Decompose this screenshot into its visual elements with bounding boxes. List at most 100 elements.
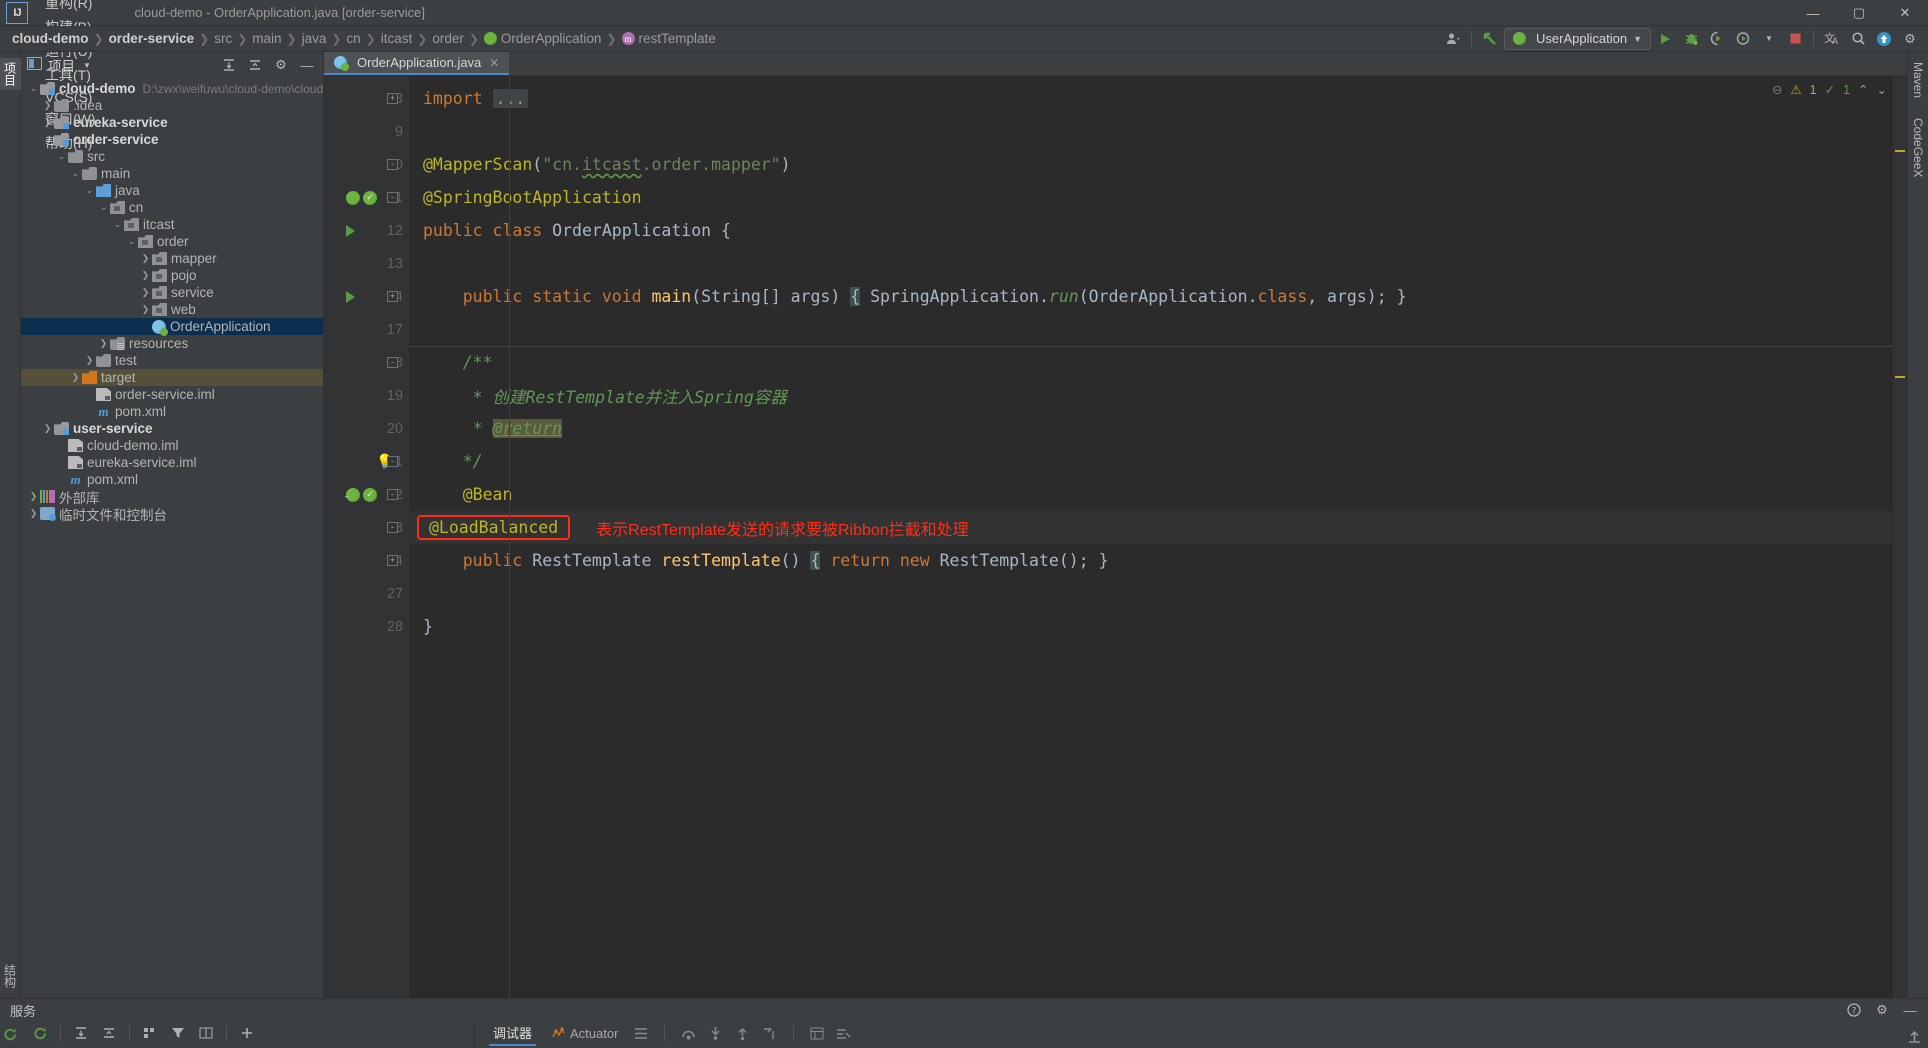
close-icon[interactable]: ✕ (1882, 0, 1928, 26)
collapse-all-icon[interactable] (97, 1022, 121, 1044)
tree-node-order-service.iml[interactable]: order-service.iml (21, 386, 323, 403)
chevron-right-icon[interactable]: ❯ (139, 270, 152, 281)
chevron-down-icon[interactable]: ⌄ (1877, 82, 1887, 97)
tree-node-order[interactable]: ⌄ order (21, 233, 323, 250)
code-line-28[interactable]: } (409, 610, 1893, 643)
project-tree[interactable]: ⌄ cloud-demo D:\zwx\weifuwu\cloud-demo\clo… (21, 78, 323, 998)
inspection-widget[interactable]: ⊖ ⚠ 1 ✓ 1 ⌃ ⌄ (1772, 82, 1887, 98)
tree-node-临时文件和控制台[interactable]: ❯ 临时文件和控制台 (21, 505, 323, 523)
tree-node-cn[interactable]: ⌄ cn (21, 199, 323, 216)
user-silhouette-icon[interactable] (1441, 28, 1465, 50)
tree-node-外部库[interactable]: ❯ 外部库 (21, 488, 323, 506)
settings-gear-icon[interactable]: ⚙ (1898, 28, 1922, 50)
gutter-line-23[interactable]: -23 (324, 511, 409, 544)
code-line-11[interactable]: @SpringBootApplication (409, 181, 1893, 214)
hide-icon[interactable]: — (295, 54, 319, 76)
breadcrumb-item-java[interactable]: java (302, 31, 327, 46)
translate-icon[interactable]: 文A (1820, 28, 1844, 50)
rerun-icon[interactable] (3, 1027, 18, 1045)
tree-node-target[interactable]: ❯ target (21, 369, 323, 386)
fold-toggle-icon[interactable]: + (387, 291, 398, 302)
breadcrumb-item-order-service[interactable]: order-service (109, 31, 195, 46)
breadcrumb-item-cn[interactable]: cn (346, 31, 360, 46)
chevron-right-icon[interactable]: ❯ (139, 287, 152, 298)
code-content[interactable]: import ... @MapperScan("cn. itcast .order.m… (409, 76, 1893, 998)
gutter-line-24[interactable]: +24 (324, 544, 409, 577)
gutter-line-27[interactable]: 27 (324, 577, 409, 610)
chevron-right-icon[interactable]: ❯ (139, 253, 152, 264)
gutter-line-12[interactable]: 12 (324, 214, 409, 247)
step-into-icon[interactable] (708, 1026, 723, 1040)
step-over-icon[interactable] (681, 1027, 696, 1040)
tool-tab-structure[interactable]: 结构 (0, 960, 21, 992)
tree-node-.idea[interactable]: ❯ .idea (21, 97, 323, 114)
chevron-down-icon[interactable]: ⌄ (111, 219, 124, 230)
tree-node-eureka-service[interactable]: ❯ eureka-service (21, 114, 323, 131)
chevron-right-icon[interactable]: ❯ (69, 372, 82, 383)
tree-node-service[interactable]: ❯ service (21, 284, 323, 301)
code-line-27[interactable] (409, 577, 1893, 610)
add-icon[interactable] (235, 1022, 259, 1044)
console-tab-Actuator[interactable]: Actuator (548, 1024, 622, 1043)
settings-gear-icon[interactable]: ⚙ (269, 54, 293, 76)
warning-marker[interactable] (1895, 150, 1905, 152)
editor-gutter[interactable]: +3 9 -10-11 12 13 +14 17 -18 19 20 💡-21-22-23+24 27… (324, 76, 409, 998)
run-configuration-selector[interactable]: UserApplication ▼ (1504, 27, 1651, 50)
spring-bean-gutter-icon[interactable] (346, 190, 377, 205)
editor-tab-orderapplication[interactable]: OrderApplication.java ✕ (324, 52, 510, 75)
spring-bean-gutter-icon[interactable] (343, 487, 377, 502)
chevron-right-icon[interactable]: ❯ (27, 491, 40, 502)
fold-toggle-icon[interactable]: - (387, 522, 398, 533)
gutter-line-21[interactable]: 💡-21 (324, 445, 409, 478)
step-out-icon[interactable] (735, 1026, 750, 1040)
code-line-13[interactable] (409, 247, 1893, 280)
code-line-14[interactable]: public static void main (String[] args) {… (409, 280, 1893, 313)
run-gutter-icon[interactable] (346, 290, 355, 303)
run-to-cursor-icon[interactable] (762, 1027, 777, 1040)
code-line-20[interactable]: * @return (409, 412, 1893, 445)
evaluate-icon[interactable] (810, 1027, 824, 1040)
rerun-icon[interactable] (28, 1022, 52, 1044)
debug-icon[interactable] (1679, 28, 1703, 50)
chevron-down-icon[interactable]: ▼ (83, 61, 91, 70)
code-line-12[interactable]: public class OrderApplication { (409, 214, 1893, 247)
tree-node-main[interactable]: ⌄ main (21, 165, 323, 182)
gutter-line-17[interactable]: 17 (324, 313, 409, 346)
fold-toggle-icon[interactable]: - (387, 456, 398, 467)
minimize-icon[interactable]: — (1790, 0, 1836, 26)
gutter-line-11[interactable]: -11 (324, 181, 409, 214)
chevron-right-icon[interactable]: ❯ (83, 355, 96, 366)
error-marker-strip[interactable] (1893, 76, 1907, 998)
gutter-line-14[interactable]: +14 (324, 280, 409, 313)
gutter-line-9[interactable]: 9 (324, 115, 409, 148)
code-line-19[interactable]: * 创建RestTemplate并注入Spring容器 (409, 379, 1893, 412)
breadcrumb-item-itcast[interactable]: itcast (381, 31, 413, 46)
tree-node-eureka-service.iml[interactable]: eureka-service.iml (21, 454, 323, 471)
run-icon[interactable] (1653, 28, 1677, 50)
fold-toggle-icon[interactable]: - (387, 357, 398, 368)
chevron-right-icon[interactable]: ❯ (97, 338, 110, 349)
code-line-9[interactable] (409, 115, 1893, 148)
chevron-right-icon[interactable]: ❯ (27, 508, 40, 519)
update-icon[interactable] (1872, 28, 1896, 50)
run-gutter-icon[interactable] (346, 224, 355, 237)
fold-toggle-icon[interactable]: - (387, 192, 398, 203)
code-line-21[interactable]: */ (409, 445, 1893, 478)
tool-tab-maven[interactable]: Maven (1909, 58, 1927, 102)
gutter-line-18[interactable]: -18 (324, 346, 409, 379)
hide-icon[interactable]: — (1898, 999, 1922, 1021)
gutter-line-13[interactable]: 13 (324, 247, 409, 280)
chevron-right-icon[interactable]: ❯ (41, 423, 54, 434)
tree-node-OrderApplication[interactable]: OrderApplication (21, 318, 323, 336)
vcs-update-icon[interactable] (1478, 28, 1502, 50)
tool-tab-project[interactable]: 项目 (0, 58, 21, 90)
expand-all-icon[interactable] (217, 54, 241, 76)
stop-icon[interactable] (1783, 28, 1807, 50)
fold-toggle-icon[interactable]: + (387, 555, 398, 566)
fold-toggle-icon[interactable]: - (387, 159, 398, 170)
chevron-down-icon[interactable]: ▼ (1757, 28, 1781, 50)
fold-toggle-icon[interactable]: - (387, 489, 398, 500)
breadcrumb-item-cloud-demo[interactable]: cloud-demo (12, 31, 89, 46)
code-line-18[interactable]: /** (409, 346, 1893, 379)
breadcrumb-item-main[interactable]: main (252, 31, 281, 46)
